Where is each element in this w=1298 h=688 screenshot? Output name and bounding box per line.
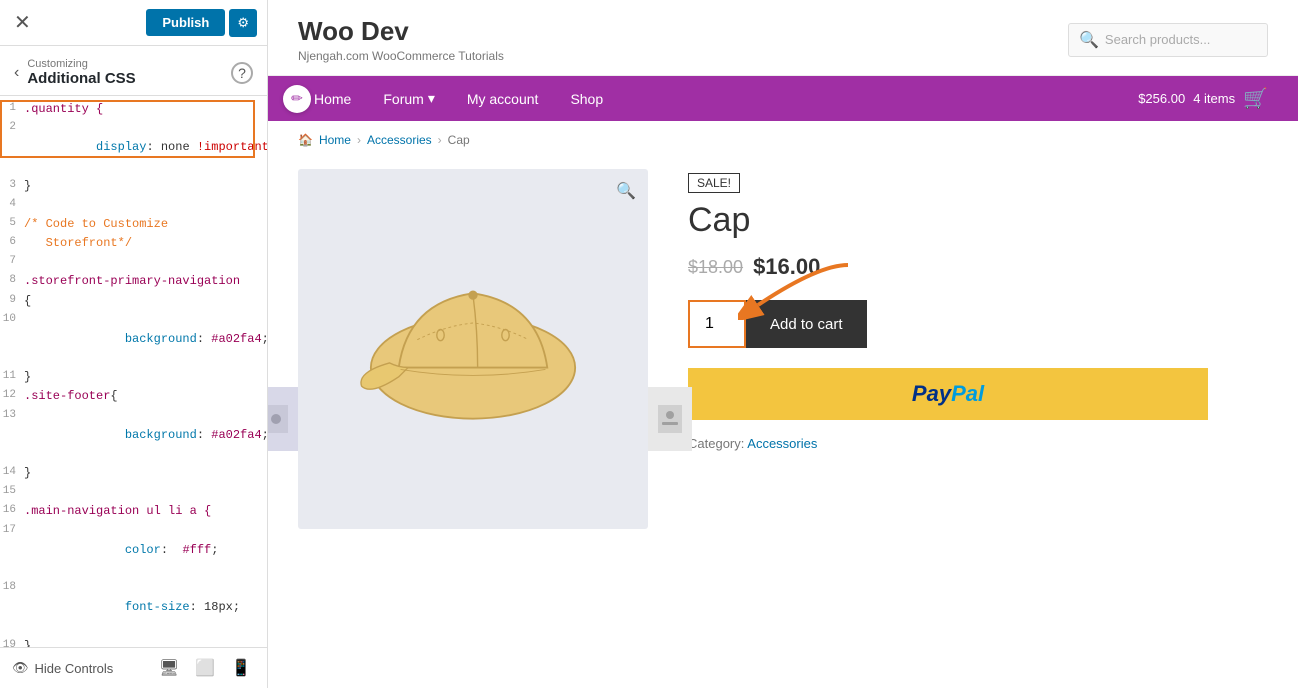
price-area: $18.00 $16.00 <box>688 254 1268 280</box>
quantity-input[interactable] <box>688 300 746 348</box>
category-link[interactable]: Accessories <box>747 436 817 451</box>
customizer-footer: 👁 Hide Controls 🖥 ⬜ 📱 <box>0 647 267 688</box>
code-line: 14 } <box>0 464 267 483</box>
close-button[interactable]: ✕ <box>10 6 35 39</box>
add-to-cart-row: Add to cart <box>688 300 1268 348</box>
code-line: 19 } <box>0 637 267 647</box>
cart-icon: 🛒 <box>1243 86 1268 111</box>
code-line: 11 } <box>0 368 267 387</box>
code-line: 12 .site-footer{ <box>0 387 267 406</box>
code-line: 15 <box>0 483 267 502</box>
cap-illustration <box>343 239 603 459</box>
paypal-button[interactable]: PayPal <box>688 368 1208 420</box>
new-price: $16.00 <box>753 254 820 280</box>
mobile-view-button[interactable]: 📱 <box>227 656 255 680</box>
code-line: 5 /* Code to Customize <box>0 215 267 234</box>
css-code-editor[interactable]: 1 .quantity { 2 display: none !important… <box>0 96 267 647</box>
breadcrumb: 🏠 Home › Accessories › Cap <box>268 121 1298 159</box>
code-line: 16 .main-navigation ul li a { <box>0 502 267 521</box>
code-line: 18 font-size: 18px; <box>0 579 267 637</box>
add-to-cart-button[interactable]: Add to cart <box>746 300 867 348</box>
product-thumb-right[interactable] <box>648 387 692 451</box>
breadcrumb-home[interactable]: Home <box>319 133 351 147</box>
code-line: 7 <box>0 253 267 272</box>
customizer-panel: ✕ Publish ⚙ ‹ Customizing Additional CSS… <box>0 0 268 688</box>
nav-forum[interactable]: Forum ▾ <box>367 76 450 121</box>
code-line: 17 color: #fff; <box>0 522 267 580</box>
publish-area: Publish ⚙ <box>146 9 257 37</box>
code-line: 1 .quantity { <box>0 100 267 119</box>
customizer-meta-label: Customizing <box>27 58 135 70</box>
nav-my-account[interactable]: My account <box>451 77 555 121</box>
cart-area[interactable]: $256.00 4 items 🛒 <box>1138 86 1268 111</box>
category-line: Category: Accessories <box>688 436 1268 451</box>
device-icons: 🖥 ⬜ 📱 <box>155 656 255 680</box>
tablet-view-button[interactable]: ⬜ <box>191 656 219 680</box>
customizer-title-area: ‹ Customizing Additional CSS ? <box>0 46 267 96</box>
code-line: 10 background: #a02fa4; <box>0 311 267 369</box>
search-placeholder: Search products... <box>1105 32 1211 47</box>
edit-nav-button[interactable]: ✏ <box>283 85 311 113</box>
back-button[interactable]: ‹ <box>14 64 19 82</box>
site-title: Woo Dev <box>298 16 504 47</box>
cart-amount: $256.00 <box>1138 91 1185 106</box>
hide-controls-button[interactable]: 👁 Hide Controls <box>12 660 113 676</box>
breadcrumb-category[interactable]: Accessories <box>367 133 432 147</box>
sale-badge: SALE! <box>688 173 740 193</box>
preview-area: Woo Dev Njengah.com WooCommerce Tutorial… <box>268 0 1298 688</box>
customizer-section-title: Additional CSS <box>27 70 135 87</box>
customizer-header: ✕ Publish ⚙ <box>0 0 267 46</box>
code-line: 9 { <box>0 292 267 311</box>
nav-bar: ✏ Home Forum ▾ My account Shop $256.00 4… <box>268 76 1298 121</box>
nav-links: Home Forum ▾ My account Shop <box>298 76 619 121</box>
paypal-logo: PayPal <box>912 381 984 407</box>
zoom-icon[interactable]: 🔍 <box>616 181 636 201</box>
code-line: 8 .storefront-primary-navigation <box>0 272 267 291</box>
product-title: Cap <box>688 201 1268 240</box>
code-line: 3 } <box>0 177 267 196</box>
desktop-view-button[interactable]: 🖥 <box>155 656 183 680</box>
breadcrumb-sep2: › <box>438 133 442 147</box>
nav-shop[interactable]: Shop <box>554 77 619 121</box>
hide-controls-label: Hide Controls <box>35 661 114 676</box>
product-info: SALE! Cap $18.00 $16.00 <box>688 169 1268 668</box>
product-image: 🔍 <box>298 169 648 529</box>
code-line: 2 display: none !important; <box>0 119 267 177</box>
breadcrumb-home-icon: 🏠 <box>298 133 313 147</box>
breadcrumb-current: Cap <box>448 133 470 147</box>
product-thumb-left[interactable] <box>268 387 298 451</box>
search-box[interactable]: 🔍 Search products... <box>1068 23 1268 57</box>
search-icon: 🔍 <box>1079 30 1099 50</box>
code-line: 4 <box>0 196 267 215</box>
forum-dropdown-icon: ▾ <box>428 90 435 107</box>
category-label: Category: <box>688 436 744 451</box>
old-price: $18.00 <box>688 257 743 278</box>
settings-button[interactable]: ⚙ <box>229 9 257 37</box>
site-subtitle: Njengah.com WooCommerce Tutorials <box>298 49 504 63</box>
eye-icon: 👁 <box>12 660 29 676</box>
site-header: Woo Dev Njengah.com WooCommerce Tutorial… <box>268 0 1298 76</box>
product-area: 🔍 <box>268 159 1298 688</box>
code-line: 13 background: #a02fa4; <box>0 407 267 465</box>
breadcrumb-sep1: › <box>357 133 361 147</box>
help-button[interactable]: ? <box>231 62 253 84</box>
publish-button[interactable]: Publish <box>146 9 225 36</box>
code-line: 6 Storefront*/ <box>0 234 267 253</box>
site-branding: Woo Dev Njengah.com WooCommerce Tutorial… <box>298 16 504 63</box>
woo-page: Woo Dev Njengah.com WooCommerce Tutorial… <box>268 0 1298 688</box>
cart-items-count: 4 items <box>1193 91 1235 106</box>
